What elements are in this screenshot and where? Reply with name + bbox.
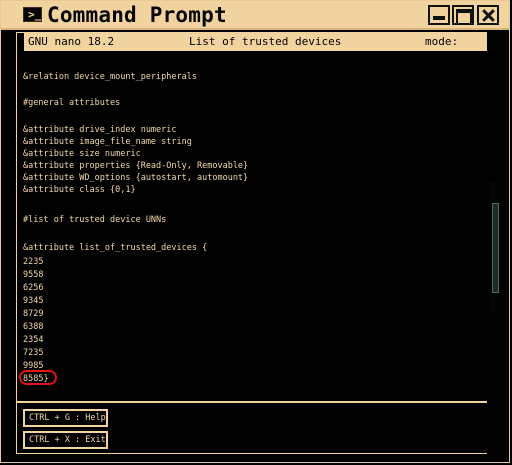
scrollbar-thumb[interactable] xyxy=(492,203,499,293)
nano-version: GNU nano 18.2 xyxy=(28,35,115,48)
editor-line: #general attributes xyxy=(23,98,121,108)
editor-line: 6388 xyxy=(23,322,44,332)
maximize-button[interactable] xyxy=(452,5,474,25)
file-title: List of trusted devices xyxy=(189,35,342,48)
terminal-icon-glyph: >_ xyxy=(28,8,42,21)
red-highlight-circle xyxy=(19,370,57,385)
title-bar[interactable]: >_ Command Prompt xyxy=(1,1,509,30)
vertical-scrollbar[interactable] xyxy=(487,32,501,454)
command-prompt-window: >_ Command Prompt GNU nano 18.2 List of … xyxy=(0,0,510,463)
editor-line: 2354 xyxy=(23,335,44,345)
editor-line: &relation device_mount_peripherals xyxy=(23,72,197,82)
editor-line: #list of trusted device UNNs xyxy=(23,215,167,225)
minimize-button[interactable] xyxy=(428,5,450,25)
editor-line: 9345 xyxy=(23,296,44,306)
terminal-icon: >_ xyxy=(23,7,42,22)
editor-line: &attribute class {0,1} xyxy=(23,185,136,195)
editor-line: 8729 xyxy=(23,309,44,319)
editor-line: 7235 xyxy=(23,348,44,358)
editor-line: &attribute WD_options {autostart, automo… xyxy=(23,173,249,183)
exit-shortcut[interactable]: CTRL + X : Exit xyxy=(23,431,108,449)
editor-line: 6256 xyxy=(23,283,44,293)
editor-line: 2235 xyxy=(23,257,44,267)
help-shortcut[interactable]: CTRL + G : Help xyxy=(23,409,108,427)
editor-line: &attribute drive_index numeric xyxy=(23,125,177,135)
editor-content[interactable]: &relation device_mount_peripherals #gene… xyxy=(19,63,473,393)
nano-terminal-screen[interactable]: GNU nano 18.2 List of trusted devices mo… xyxy=(16,32,487,454)
editor-line: &attribute properties {Read-Only, Remova… xyxy=(23,161,249,171)
window-title: Command Prompt xyxy=(47,3,227,27)
close-button[interactable] xyxy=(477,5,499,25)
editor-line: &attribute size numeric xyxy=(23,149,141,159)
footer-divider xyxy=(17,401,487,403)
nano-header: GNU nano 18.2 List of trusted devices mo… xyxy=(24,33,487,66)
editor-line: 9558 xyxy=(23,270,44,280)
editor-line: &attribute list_of_trusted_devices { xyxy=(23,243,208,253)
editor-line: &attribute image_file_name string xyxy=(23,137,192,147)
